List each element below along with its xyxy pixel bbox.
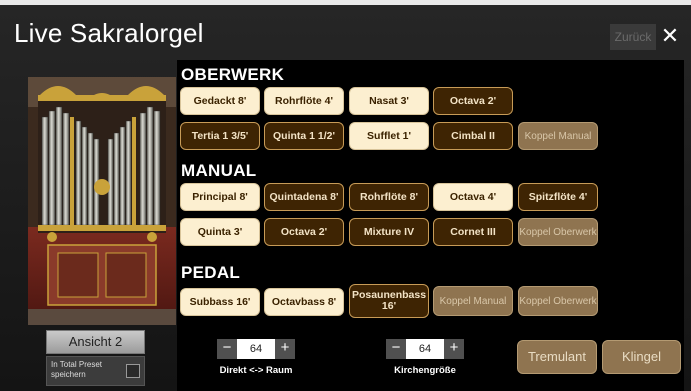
stop-octava-2-manual[interactable]: Octava 2' — [264, 218, 344, 246]
stop-rohrfloete-8[interactable]: Rohrflöte 8' — [349, 183, 429, 211]
kirchengroesse-value[interactable]: 64 — [406, 339, 444, 359]
direkt-raum-value[interactable]: 64 — [237, 339, 275, 359]
preset-save-checkbox[interactable] — [126, 364, 140, 378]
back-button[interactable]: Zurück — [610, 24, 656, 50]
stop-spitzfloete-4[interactable]: Spitzflöte 4' — [518, 183, 598, 211]
stop-nasat-3[interactable]: Nasat 3' — [349, 87, 429, 115]
stop-quinta-3[interactable]: Quinta 3' — [180, 218, 260, 246]
stop-cornet-3[interactable]: Cornet III — [433, 218, 513, 246]
kirchengroesse-stepper[interactable]: − 64 + — [386, 339, 464, 359]
direkt-raum-label: Direkt <-> Raum — [219, 365, 293, 376]
stop-mixture-4[interactable]: Mixture IV — [349, 218, 429, 246]
direkt-raum-increment-button[interactable]: + — [275, 339, 295, 359]
stop-panel: OBERWERK Gedackt 8' Rohrflöte 4' Nasat 3… — [177, 60, 684, 391]
stop-posaunenbass-16[interactable]: Posaunenbass 16' — [349, 284, 429, 318]
close-icon[interactable]: ✕ — [656, 24, 684, 50]
coupler-pedal-manual[interactable]: Koppel Manual — [433, 286, 513, 316]
page-title: Live Sakralorgel — [14, 18, 204, 48]
coupler-oberwerk-manual[interactable]: Koppel Manual — [518, 122, 598, 150]
stop-rohrfloete-4[interactable]: Rohrflöte 4' — [264, 87, 344, 115]
section-title-manual: MANUAL — [181, 161, 257, 180]
stop-gedackt-8[interactable]: Gedackt 8' — [180, 87, 260, 115]
klingel-button[interactable]: Klingel — [602, 340, 681, 374]
stop-tertia[interactable]: Tertia 1 3/5' — [180, 122, 260, 150]
preset-save-label: In Total Preset speichern — [51, 360, 102, 379]
stop-octava-4[interactable]: Octava 4' — [433, 183, 513, 211]
organ-image — [28, 77, 176, 325]
preset-save-toggle[interactable]: In Total Preset speichern — [46, 356, 145, 386]
section-title-pedal: PEDAL — [181, 263, 241, 282]
stop-octavbass-8[interactable]: Octavbass 8' — [264, 288, 344, 316]
stop-octava-2-oberwerk[interactable]: Octava 2' — [433, 87, 513, 115]
stop-quintadena-8[interactable]: Quintadena 8' — [264, 183, 344, 211]
coupler-manual-oberwerk[interactable]: Koppel Oberwerk — [518, 218, 598, 246]
stop-quinta-1-1-2[interactable]: Quinta 1 1/2' — [264, 122, 344, 150]
stop-principal-8[interactable]: Principal 8' — [180, 183, 260, 211]
kirchengroesse-increment-button[interactable]: + — [444, 339, 464, 359]
tremulant-button[interactable]: Tremulant — [517, 340, 597, 374]
stop-subbass-16[interactable]: Subbass 16' — [180, 288, 260, 316]
direkt-raum-stepper[interactable]: − 64 + — [217, 339, 295, 359]
view-button[interactable]: Ansicht 2 — [46, 330, 145, 354]
kirchengroesse-label: Kirchengröße — [394, 365, 456, 376]
left-panel: Ansicht 2 In Total Preset speichern — [0, 60, 177, 391]
direkt-raum-decrement-button[interactable]: − — [217, 339, 237, 359]
section-title-oberwerk: OBERWERK — [181, 65, 285, 84]
coupler-pedal-oberwerk[interactable]: Koppel Oberwerk — [518, 286, 598, 316]
app-window: Live Sakralorgel Zurück ✕ Ansicht 2 In T… — [0, 0, 691, 391]
stop-cimbal-2[interactable]: Cimbal II — [433, 122, 513, 150]
kirchengroesse-decrement-button[interactable]: − — [386, 339, 406, 359]
stop-sufflet-1[interactable]: Sufflet 1' — [349, 122, 429, 150]
